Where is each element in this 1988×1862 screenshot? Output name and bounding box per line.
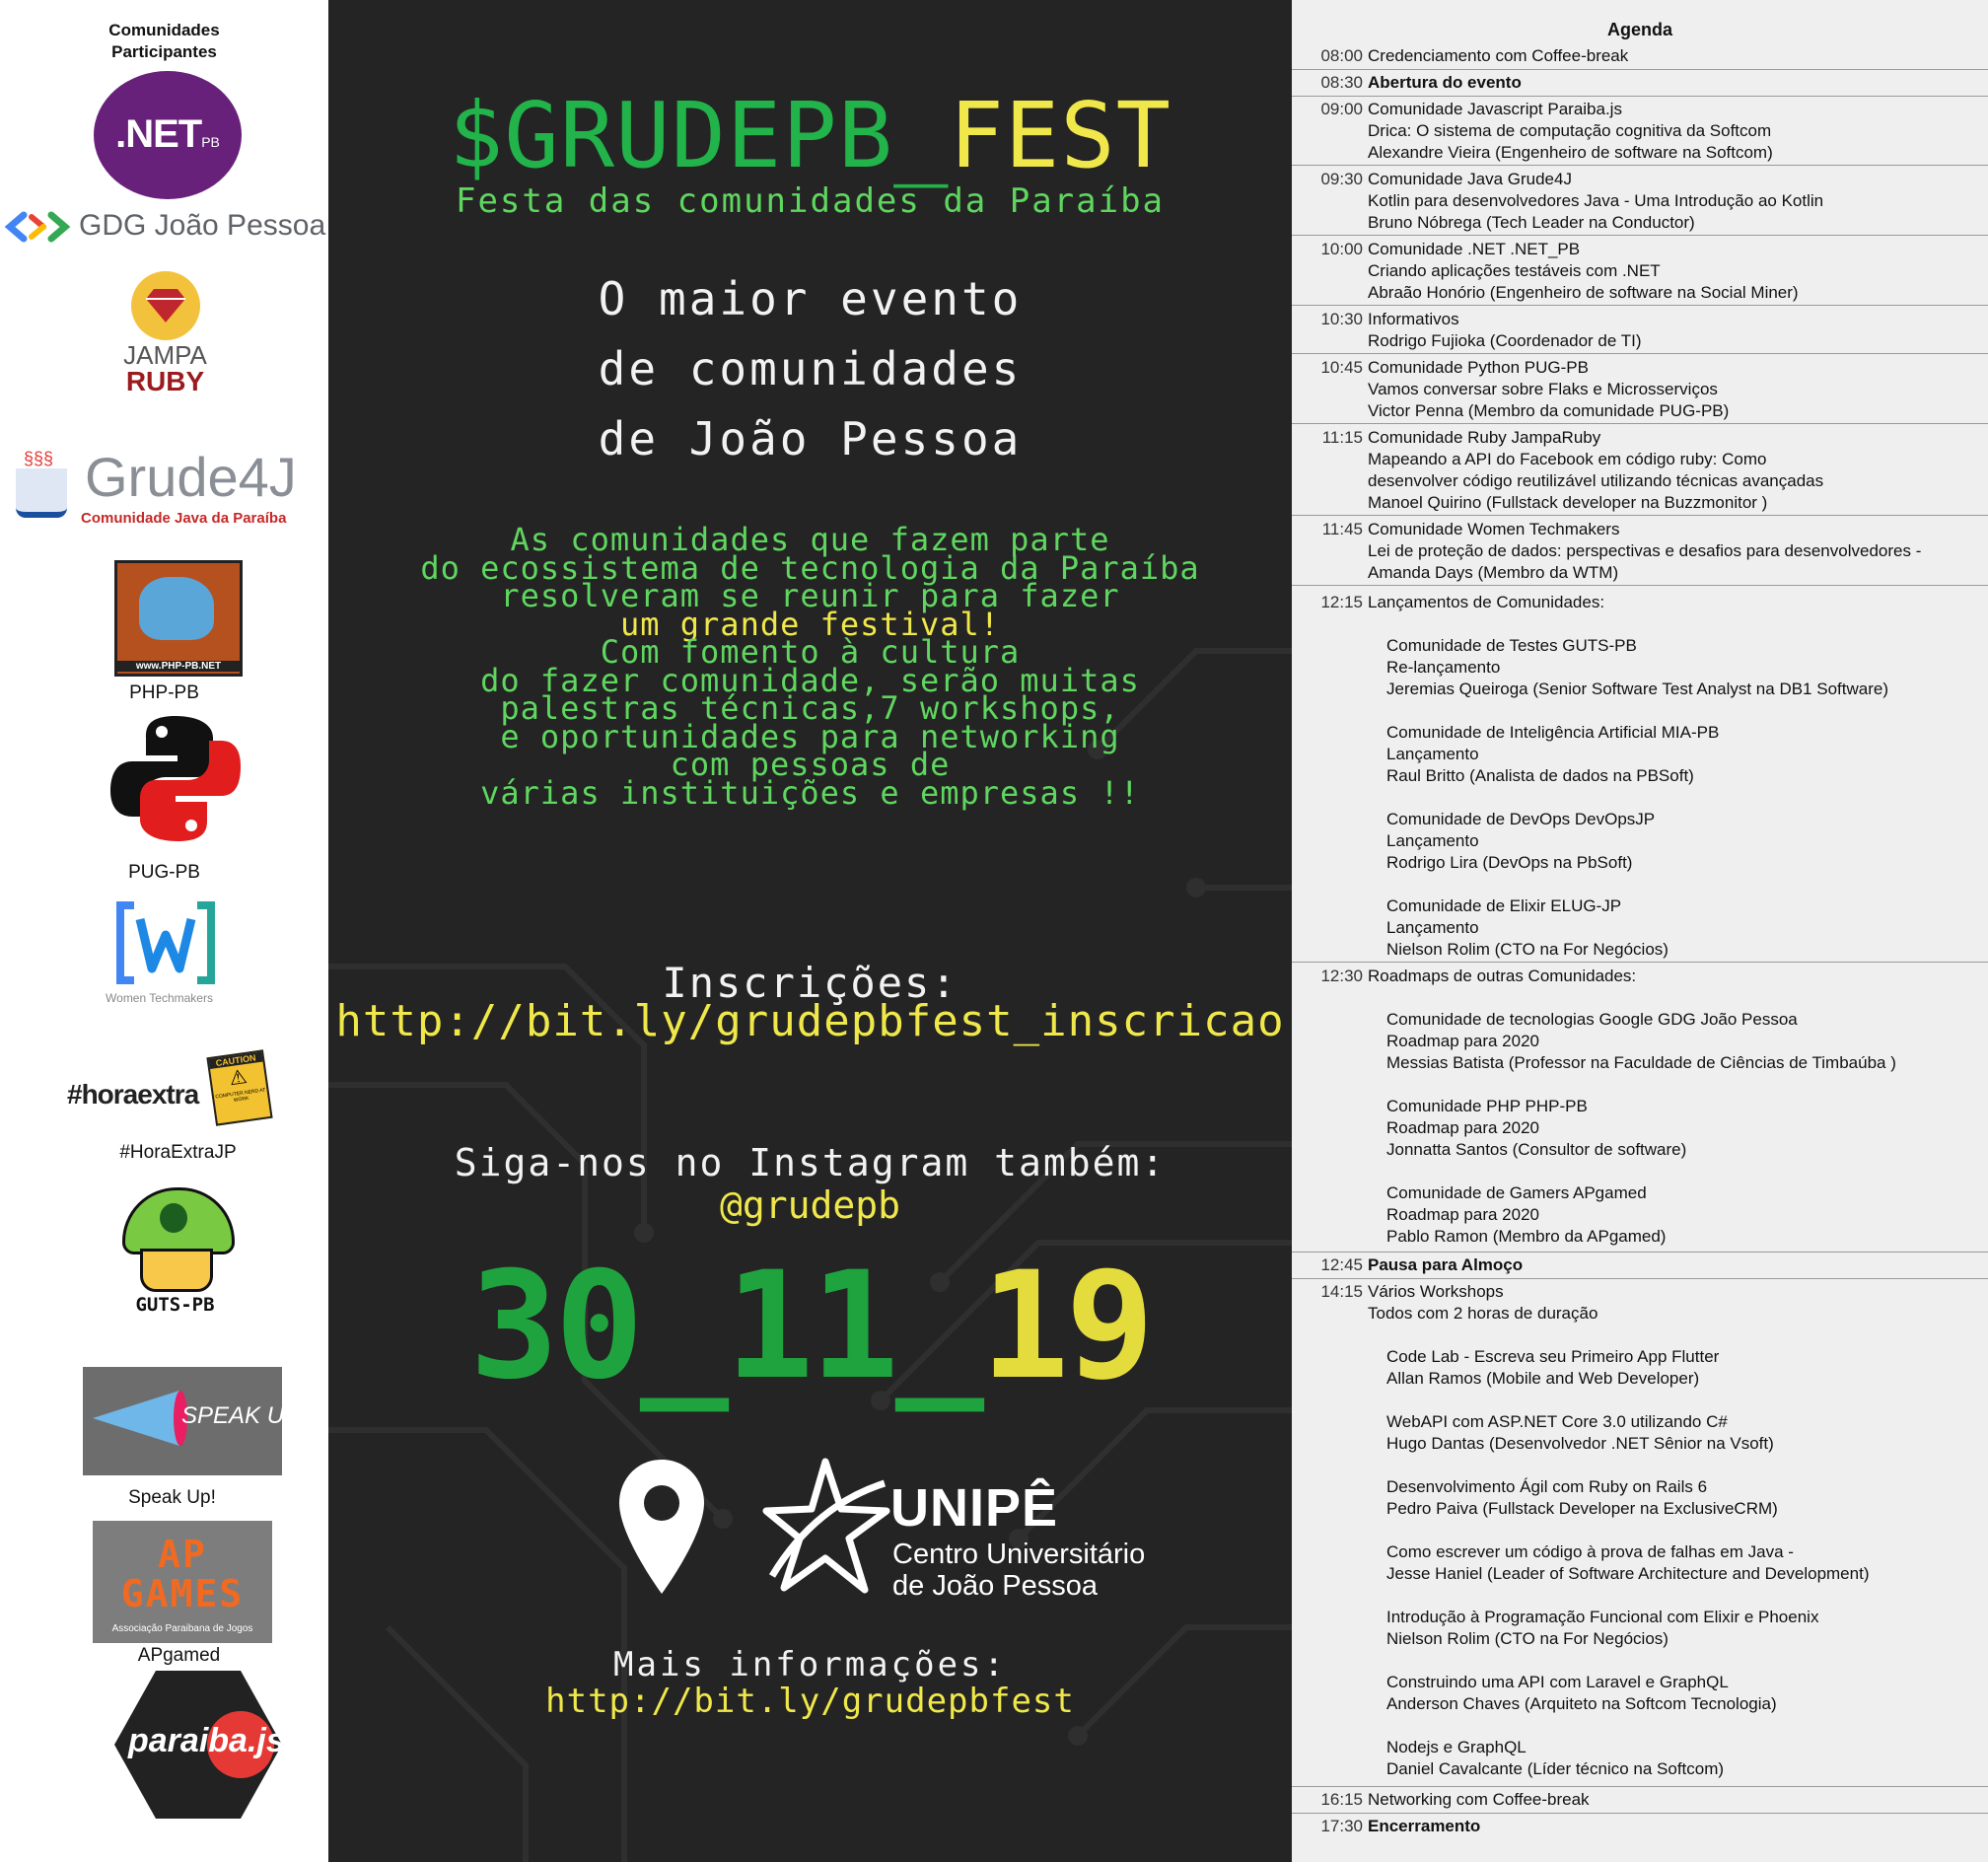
caution-sign-icon: CAUTION ⚠ COMPUTER NERD AT WORK — [206, 1049, 273, 1126]
wtm-icon — [116, 901, 215, 984]
event-poster: $GRUDEPB_FEST Festa das comunidades da P… — [328, 0, 1292, 1862]
pug-pb-label: PUG-PB — [128, 862, 200, 883]
apgames-logo: AP GAMES Associação Paraibana de Jogos — [93, 1521, 272, 1643]
instagram-label: Siga-nos no Instagram também: — [454, 1141, 1167, 1184]
speak-up-label: Speak Up! — [128, 1487, 216, 1508]
communities-column: Comunidades Participantes .NETPB GDG Joã… — [0, 0, 328, 1862]
speak-up-logo: SPEAK UP — [83, 1367, 300, 1475]
event-headline: O maior evento de comunidades de João Pe… — [598, 272, 1023, 466]
net-pb-logo: .NETPB — [94, 71, 242, 199]
agenda-item: 12:45 Pausa para Almoço — [1292, 1254, 1988, 1279]
event-subtitle: Festa das comunidades da Paraíba — [455, 181, 1166, 221]
agenda-item: 10:45 Comunidade Python PUG-PB Vamos con… — [1292, 357, 1988, 424]
megaphone-icon — [93, 1391, 179, 1446]
apgames-label: APgamed — [137, 1645, 221, 1666]
unipe-star-icon — [762, 1458, 890, 1594]
agenda-item: 14:15 Vários Workshops Todos com 2 horas… — [1292, 1281, 1988, 1787]
wtm-label: Women Techmakers — [106, 991, 213, 1005]
more-info-label: Mais informações: — [613, 1645, 1007, 1684]
agenda-item: 08:30 Abertura do evento — [1292, 72, 1988, 97]
agenda-item: 11:15 Comunidade Ruby JampaRuby Mapeando… — [1292, 427, 1988, 516]
event-title: $GRUDEPB_FEST — [448, 83, 1172, 188]
gdg-logo: GDG João Pessoa — [4, 207, 328, 249]
signup-link[interactable]: http://bit.ly/grudepbfest_inscricao — [328, 996, 1292, 1046]
event-description: As comunidades que fazem parte do ecossi… — [420, 521, 1200, 812]
women-techmakers-logo — [114, 899, 217, 988]
instagram-handle[interactable]: @grudepb — [328, 1183, 1292, 1227]
agenda-item: 12:15 Lançamentos de Comunidades: Comuni… — [1292, 589, 1988, 963]
agenda-item: 10:30 Informativos Rodrigo Fujioka (Coor… — [1292, 309, 1988, 354]
bug-icon — [160, 1203, 187, 1233]
agenda-item: 17:30 Encerramento — [1320, 1817, 1481, 1835]
agenda-item: 09:00 Comunidade Javascript Paraiba.js D… — [1292, 99, 1988, 166]
php-pb-label: PHP-PB — [129, 682, 199, 703]
gdg-brackets-icon — [4, 211, 71, 243]
unipe-logo: UNIPÊ Centro Universitário de João Pesso… — [762, 1458, 1157, 1606]
agenda-item: 12:30 Roadmaps de outras Comunidades: Co… — [1292, 966, 1988, 1253]
paraiba-js-logo: paraiba.js — [114, 1671, 285, 1819]
agenda-item: 10:00 Comunidade .NET .NET_PB Criando ap… — [1292, 239, 1988, 306]
event-date: 30_11_19 — [469, 1241, 1154, 1412]
python-logo — [106, 712, 245, 845]
agenda-item: 16:15 Networking com Coffee-break — [1292, 1789, 1988, 1814]
agenda-item: 11:45 Comunidade Women Techmakers Lei de… — [1292, 519, 1988, 586]
python-icon — [110, 716, 241, 841]
agenda-panel: Agenda 08:00 Credenciamento com Coffee-b… — [1292, 0, 1988, 1862]
coffee-cup-icon — [16, 468, 67, 518]
jampa-ruby-logo: JAMPA RUBY — [108, 271, 222, 409]
php-pb-logo: www.PHP-PB.NET — [114, 560, 243, 677]
horaextra-label: #HoraExtraJP — [119, 1142, 237, 1163]
elephant-icon — [139, 577, 214, 640]
more-info-link[interactable]: http://bit.ly/grudepbfest — [328, 1682, 1292, 1721]
location-pin-icon — [619, 1460, 704, 1594]
grude4j-logo: §§§ Grude4J Comunidade Java da Paraíba — [16, 449, 328, 528]
communities-title: Comunidades Participantes — [108, 21, 220, 61]
agenda-title: Agenda — [1606, 20, 1672, 39]
horaextra-logo: #horaextra CAUTION ⚠ COMPUTER NERD AT WO… — [67, 1049, 273, 1126]
agenda-item: 09:30 Comunidade Java Grude4J Kotlin par… — [1292, 169, 1988, 236]
ruby-gem-icon — [130, 271, 200, 340]
guts-pb-logo: GUTS-PB — [118, 1183, 235, 1322]
agenda-item: 08:00 Credenciamento com Coffee-break — [1292, 45, 1988, 70]
